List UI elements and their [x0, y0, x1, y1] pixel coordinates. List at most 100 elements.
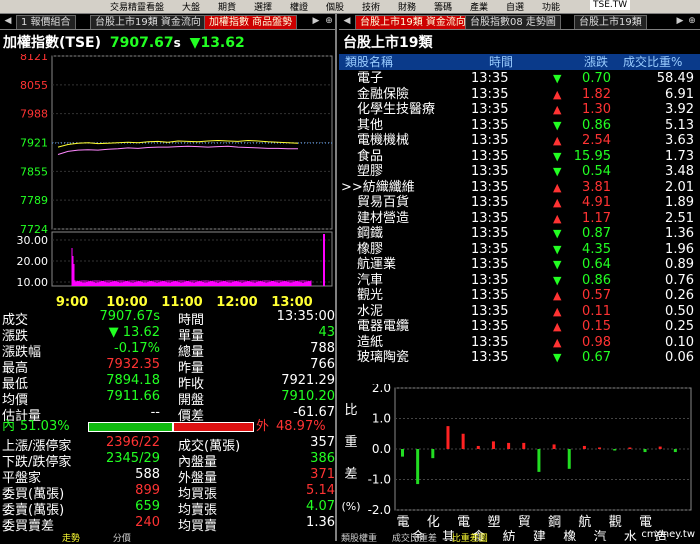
sector-name: 貿易百貨 [357, 195, 410, 210]
sector-time: 13:35 [471, 303, 509, 319]
sector-weight: 6.91 [665, 86, 694, 102]
toolbar-item[interactable]: 自選 [506, 0, 524, 13]
up-arrow-icon: ▲ [553, 289, 562, 302]
add-tab-icon[interactable]: ⊕ [323, 15, 335, 27]
stat-value: 7907.67s [99, 309, 160, 324]
toolbar-item[interactable]: 權證 [290, 0, 308, 13]
toolbar-item[interactable]: 財務 [398, 0, 416, 13]
sector-row[interactable]: 玻璃陶瓷 13:35 ▼ 0.67 0.06 [339, 350, 700, 366]
price-tick-label: 7789 [20, 194, 48, 207]
toolbar-item[interactable]: 籌碼 [434, 0, 452, 13]
col-change[interactable]: 漲跌 [584, 54, 608, 70]
sector-change: 3.81 [582, 179, 611, 195]
forward-icon[interactable]: ▶ [310, 15, 322, 27]
sector-row[interactable]: 觀光 13:35 ▲ 0.57 0.26 [339, 288, 700, 304]
sector-row[interactable]: 造紙 13:35 ▲ 0.98 0.10 [339, 335, 700, 351]
col-time[interactable]: 時間 [489, 54, 513, 70]
sector-row[interactable]: 塑膠 13:35 ▼ 0.54 3.48 [339, 164, 700, 180]
col-name[interactable]: 類股名稱 [345, 54, 393, 70]
toolbar-item[interactable]: 功能 [542, 0, 560, 13]
sector-row[interactable]: 食品 13:35 ▼ 15.95 1.73 [339, 149, 700, 165]
toolbar-item[interactable]: 產業 [470, 0, 488, 13]
toolbar-item[interactable]: 技術 [362, 0, 380, 13]
time-tick-label: 9:00 [56, 295, 88, 308]
sector-row[interactable]: 電機機械 13:35 ▲ 2.54 3.63 [339, 133, 700, 149]
weight-diff-bar [567, 449, 571, 469]
sector-weight: 2.01 [665, 179, 694, 195]
stat-value: 371 [310, 467, 335, 482]
bar-tick-label: -1.0 [368, 473, 391, 487]
stat-value: 1.36 [306, 515, 335, 530]
bar-category-label: 航 [578, 514, 591, 530]
col-weight[interactable]: 成交比重% [623, 54, 682, 70]
sector-change: 1.17 [582, 210, 611, 226]
toolbar-item[interactable]: 大盤 [182, 0, 200, 13]
sector-name: 觀光 [357, 288, 384, 303]
sector-row[interactable]: 汽車 13:35 ▼ 0.86 0.76 [339, 273, 700, 289]
sector-time: 13:35 [471, 117, 509, 133]
stat-value: 7932.35 [106, 357, 160, 372]
sector-time: 13:35 [471, 257, 509, 272]
stat-value: -61.67 [293, 405, 335, 420]
time-tick-label: 10:00 [106, 295, 147, 308]
weight-diff-bar [673, 449, 677, 453]
tab-sector-flow[interactable]: 台股上市19類 資金流向 [355, 15, 471, 29]
tab-sector-flow[interactable]: 台股上市19類 資金流向 [90, 15, 206, 29]
toolbar-item[interactable]: 交易精靈 [110, 0, 146, 13]
toolbar-item[interactable]: 選擇 [254, 0, 272, 13]
tab-quote-group[interactable]: 1 報價組合 [16, 15, 76, 29]
sector-time: 13:35 [471, 102, 509, 117]
add-tab-icon[interactable]: ⊕ [686, 15, 698, 27]
sector-panel: ◀ 台股上市19類 資金流向 台股指數08 走勢圖 台股上市19類 ▶ ⊕ 台股… [339, 14, 700, 544]
sector-row[interactable]: 貿易百貨 13:35 ▲ 4.91 1.89 [339, 195, 700, 211]
price-tick-label: 8121 [20, 54, 48, 63]
sector-name: 造紙 [357, 334, 384, 350]
sector-weight: 3.48 [665, 164, 694, 179]
top-toolbar: 交易精靈 看盤 大盤 期貨 選擇 權證 個股 技術 財務 籌碼 產業 自選 功能 TSE.TW [0, 0, 700, 14]
sector-row[interactable]: 建材營造 13:35 ▲ 1.17 2.51 [339, 211, 700, 227]
tab-price-volume[interactable]: 分價 [113, 534, 131, 544]
time-tick-label: 13:00 [271, 295, 312, 308]
stat-value: 588 [135, 467, 160, 482]
sector-weight: 2.51 [665, 210, 694, 226]
weight-diff-bar [598, 447, 602, 449]
sector-time: 13:35 [471, 179, 509, 195]
sector-row[interactable]: 電子 13:35 ▼ 0.70 58.49 [339, 71, 700, 87]
sector-row[interactable]: 其他 13:35 ▼ 0.86 5.13 [339, 118, 700, 134]
sector-row[interactable]: 電器電纜 13:35 ▲ 0.15 0.25 [339, 319, 700, 335]
sector-name: 金融保險 [357, 86, 410, 102]
stat-value: 788 [310, 341, 335, 356]
tab-trend[interactable]: 走勢 [62, 534, 80, 544]
sector-weight: 0.76 [665, 272, 694, 288]
weight-diff-bar [431, 449, 435, 459]
tab-index-trend[interactable]: 台股指數08 走勢圖 [465, 15, 561, 29]
tab-weight-diff-chart[interactable]: 比重差圖 [452, 534, 488, 544]
weight-diff-bar [582, 445, 586, 449]
sector-row[interactable]: 化學生技醫療 13:35 ▲ 1.30 3.92 [339, 102, 700, 118]
sector-row[interactable]: >>紡織纖維 13:35 ▲ 3.81 2.01 [339, 180, 700, 196]
tab-weight-diff[interactable]: 成交比重差 [392, 534, 437, 544]
tab-index-chart[interactable]: 加權指數 商品盤勢 [204, 15, 298, 29]
sector-row[interactable]: 水泥 13:35 ▲ 0.11 0.50 [339, 304, 700, 320]
up-arrow-icon: ▲ [553, 335, 562, 349]
toolbar-item[interactable]: 期貨 [218, 0, 236, 13]
sector-row[interactable]: 航運業 13:35 ▼ 0.64 0.89 [339, 257, 700, 273]
back-icon[interactable]: ◀ [341, 15, 353, 27]
down-arrow-icon: ▼ [553, 258, 562, 271]
symbol-input[interactable]: TSE.TW [590, 0, 631, 10]
stat-label: 均買賣 [178, 519, 218, 534]
sector-row[interactable]: 橡膠 13:35 ▼ 4.35 1.96 [339, 242, 700, 258]
tab-sector-19[interactable]: 台股上市19類 [574, 15, 647, 29]
sector-row[interactable]: 金融保險 13:35 ▲ 1.82 6.91 [339, 87, 700, 103]
sector-name: 建材營造 [357, 210, 410, 226]
volume-tick-label: 30.00 [17, 234, 49, 247]
toolbar-item[interactable]: 個股 [326, 0, 344, 13]
sector-weight: 0.10 [665, 334, 694, 350]
sector-row[interactable]: 鋼鐵 13:35 ▼ 0.87 1.36 [339, 226, 700, 242]
back-icon[interactable]: ◀ [2, 15, 14, 27]
sector-name: 汽車 [357, 272, 384, 288]
toolbar-item[interactable]: 看盤 [146, 0, 164, 13]
forward-icon[interactable]: ▶ [674, 15, 686, 27]
tab-sector-weight[interactable]: 類股權重 [341, 534, 377, 544]
sector-change: 4.35 [582, 241, 611, 257]
